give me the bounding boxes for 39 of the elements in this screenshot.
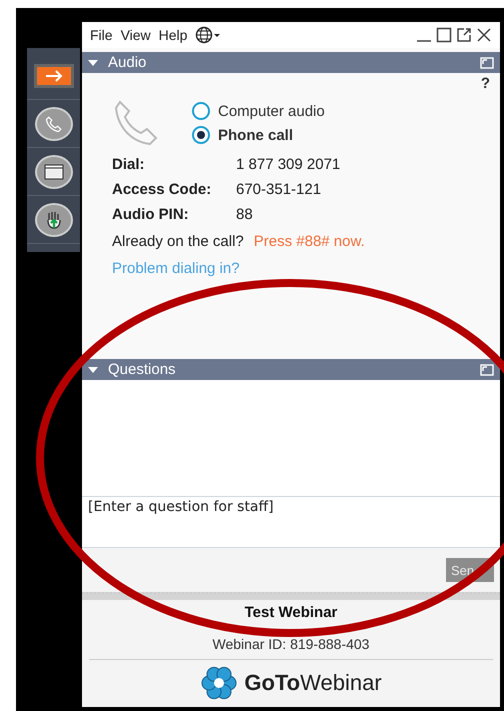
collapse-triangle-icon — [88, 366, 98, 372]
detail-label: Access Code: — [112, 181, 212, 198]
menu-item[interactable]: View — [120, 27, 151, 43]
close-icon[interactable] — [476, 27, 492, 43]
splitter-bar[interactable] — [82, 592, 500, 600]
radio-option[interactable]: Computer audio — [192, 102, 325, 120]
window-icon — [44, 164, 64, 180]
raise-hand-button[interactable] — [34, 202, 72, 236]
maximize-icon[interactable] — [436, 27, 452, 43]
webinar-id: Webinar ID: 819-888-403 — [212, 636, 370, 652]
collapse-triangle-icon — [88, 60, 98, 66]
phone-icon — [44, 114, 62, 132]
radio-option[interactable]: Phone call — [192, 126, 325, 144]
detail-label: Dial: — [112, 156, 146, 173]
press-code-text: Press #88# now. — [254, 233, 365, 250]
logo-text: GoToWebinar — [244, 670, 382, 696]
question-input-field[interactable]: [Enter a question for staff] — [82, 497, 500, 548]
help-icon[interactable]: ? — [480, 75, 490, 92]
radio-button[interactable] — [192, 102, 210, 120]
detail-value: 670-351-121 — [236, 181, 322, 198]
arrow-button[interactable] — [34, 64, 74, 88]
menu-item[interactable]: Help — [158, 27, 188, 43]
already-on-call-text: Already on the call? — [112, 233, 244, 250]
panel-title: Questions — [108, 361, 176, 378]
globe-dropdown-icon[interactable] — [195, 26, 222, 44]
panel-title: Audio — [108, 54, 146, 71]
detail-value: 1 877 309 2071 — [236, 156, 342, 173]
audio-panel-header[interactable]: Audio — [82, 52, 500, 73]
questions-panel-header[interactable]: Questions — [82, 359, 500, 380]
menu-item[interactable]: File — [90, 27, 113, 43]
webinar-title: Test Webinar — [244, 604, 338, 621]
phone-button[interactable] — [34, 106, 72, 140]
radio-button[interactable] — [192, 126, 210, 144]
arrow-right-icon — [44, 70, 62, 82]
popout-icon[interactable] — [456, 27, 472, 43]
flower-logo-icon — [200, 666, 238, 700]
window-button[interactable] — [34, 154, 72, 188]
detail-label: Audio PIN: — [112, 206, 190, 223]
detail-value: 88 — [236, 206, 254, 223]
